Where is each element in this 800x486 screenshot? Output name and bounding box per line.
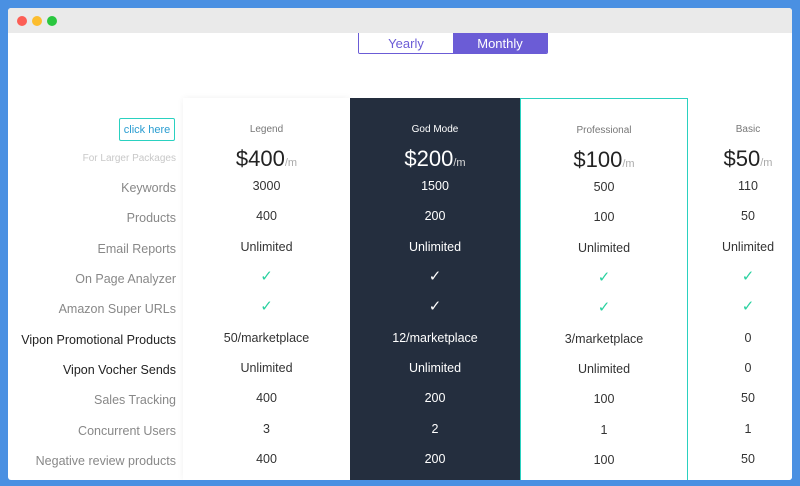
plan-name: God Mode — [411, 124, 459, 135]
feature-label: Keywords — [121, 181, 176, 195]
checkmark-icon: ✓ — [428, 298, 442, 315]
plan-price: $100/m — [521, 147, 687, 173]
plan-column-legend: Legend $400/m 3000 400 Unlimited ✓ ✓ 50/marke… — [183, 98, 350, 480]
plan-value: Unlimited — [408, 361, 462, 375]
window-titlebar — [8, 8, 792, 33]
plan-value: 100 — [593, 210, 615, 224]
plan-value: 50 — [741, 391, 755, 405]
price-amount: $100 — [573, 147, 623, 172]
checkmark-icon: ✓ — [428, 268, 442, 285]
checkmark-icon: ✓ — [260, 298, 273, 315]
plan-value: Unlimited — [408, 240, 462, 254]
checkmark-icon: ✓ — [260, 268, 273, 285]
plan-value: 500 — [593, 180, 615, 194]
yearly-option[interactable]: Yearly — [359, 33, 453, 53]
price-amount: $200 — [404, 146, 454, 171]
plan-value: 200 — [424, 209, 446, 223]
plan-price: $200/m — [350, 146, 520, 172]
close-window-icon[interactable] — [17, 16, 27, 26]
feature-label: On Page Analyzer — [75, 272, 176, 286]
feature-label: Vipon Promotional Products — [21, 333, 176, 347]
price-period: /m — [622, 158, 635, 170]
plan-column-god-mode: God Mode $200/m 1500 200 Unlimited ✓ ✓ 12/mar… — [350, 98, 520, 480]
plan-value: 0 — [744, 331, 752, 345]
checkmark-icon: ✓ — [597, 299, 611, 316]
plan-value: 0 — [744, 361, 752, 375]
feature-label: Negative review products — [35, 454, 176, 468]
plan-value: 400 — [256, 391, 277, 405]
plan-value: 100 — [593, 453, 615, 467]
plan-value: 50/marketplace — [223, 331, 310, 345]
plan-value: 50 — [741, 452, 755, 466]
price-amount: $50 — [723, 146, 761, 171]
plan-value: 1500 — [421, 179, 449, 193]
price-period: /m — [760, 157, 773, 169]
plan-column-basic: Basic $50/m 110 50 Unlimited ✓ ✓ 0 0 50 1 50 — [688, 98, 792, 480]
plan-name: Legend — [249, 124, 284, 135]
plan-value: Unlimited — [240, 361, 293, 375]
feature-label: Email Reports — [97, 242, 177, 256]
plan-value: 2 — [431, 422, 439, 436]
plan-value: 400 — [256, 209, 277, 223]
price-amount: $400 — [235, 146, 285, 171]
plan-value: 110 — [738, 179, 758, 193]
plan-value: Unlimited — [577, 241, 631, 255]
plan-column-professional: Professional $100/m 500 100 Unlimited ✓ ✓ 3/m… — [520, 98, 688, 480]
feature-label: Concurrent Users — [78, 424, 176, 438]
plan-price: $400/m — [183, 146, 350, 172]
checkmark-icon: ✓ — [741, 298, 755, 315]
feature-label: Products — [126, 211, 176, 225]
plan-value: 200 — [424, 391, 446, 405]
plan-value: 3 — [263, 422, 270, 436]
plan-value: 50 — [741, 209, 755, 223]
checkmark-icon: ✓ — [597, 269, 611, 286]
plan-value: Unlimited — [577, 362, 631, 376]
feature-label: Sales Tracking — [94, 393, 176, 407]
feature-label: Amazon Super URLs — [58, 302, 176, 316]
plan-value: Unlimited — [240, 240, 293, 254]
plan-value: 1 — [744, 422, 752, 436]
plan-value: 3000 — [252, 179, 281, 193]
checkmark-icon: ✓ — [741, 268, 755, 285]
feature-label: Vipon Vocher Sends — [62, 363, 176, 377]
plan-name: Professional — [576, 125, 632, 136]
billing-period-toggle: Yearly Monthly — [358, 33, 548, 54]
price-period: /m — [453, 157, 466, 169]
plan-value: Unlimited — [721, 240, 775, 254]
plan-value: 400 — [256, 452, 277, 466]
plan-value: 3/marketplace — [564, 332, 644, 346]
plan-price: $50/m — [688, 146, 792, 172]
plan-name: Basic — [735, 124, 761, 135]
browser-window: Yearly Monthly click here For Larger Pac… — [8, 8, 792, 480]
maximize-window-icon[interactable] — [47, 16, 57, 26]
larger-packages-label: For Larger Packages — [82, 153, 176, 164]
plan-value: 1 — [600, 423, 608, 437]
minimize-window-icon[interactable] — [32, 16, 42, 26]
plan-value: 100 — [593, 392, 615, 406]
price-period: /m — [284, 157, 298, 169]
click-here-button[interactable]: click here — [119, 118, 175, 141]
plan-value: 200 — [424, 452, 446, 466]
monthly-option[interactable]: Monthly — [453, 33, 547, 53]
plan-value: 12/marketplace — [392, 331, 478, 345]
